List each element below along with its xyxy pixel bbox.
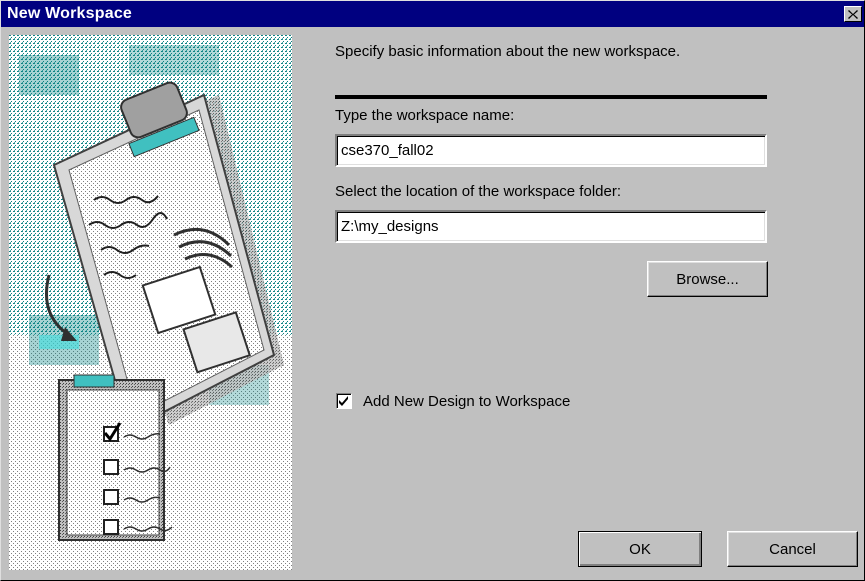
close-button[interactable] xyxy=(844,6,862,22)
divider xyxy=(335,95,767,99)
clipboard-illustration-icon xyxy=(9,35,292,570)
workspace-name-input[interactable] xyxy=(335,134,767,167)
checkmark-icon xyxy=(339,396,348,406)
cancel-button[interactable]: Cancel xyxy=(727,531,858,567)
workspace-location-input[interactable] xyxy=(335,210,767,243)
intro-text: Specify basic information about the new … xyxy=(335,43,681,60)
ok-button[interactable]: OK xyxy=(578,531,702,567)
wizard-illustration xyxy=(9,35,292,570)
close-icon xyxy=(848,9,858,19)
title-bar[interactable]: New Workspace xyxy=(1,1,864,27)
window-title: New Workspace xyxy=(7,5,133,22)
workspace-name-label: Type the workspace name: xyxy=(335,107,515,124)
browse-button[interactable]: Browse... xyxy=(647,261,768,297)
workspace-location-label: Select the location of the workspace fol… xyxy=(335,183,621,200)
add-design-checkbox[interactable] xyxy=(336,393,352,409)
new-workspace-dialog: New Workspace Specify basic information … xyxy=(0,0,865,581)
add-design-label[interactable]: Add New Design to Workspace xyxy=(363,393,570,410)
